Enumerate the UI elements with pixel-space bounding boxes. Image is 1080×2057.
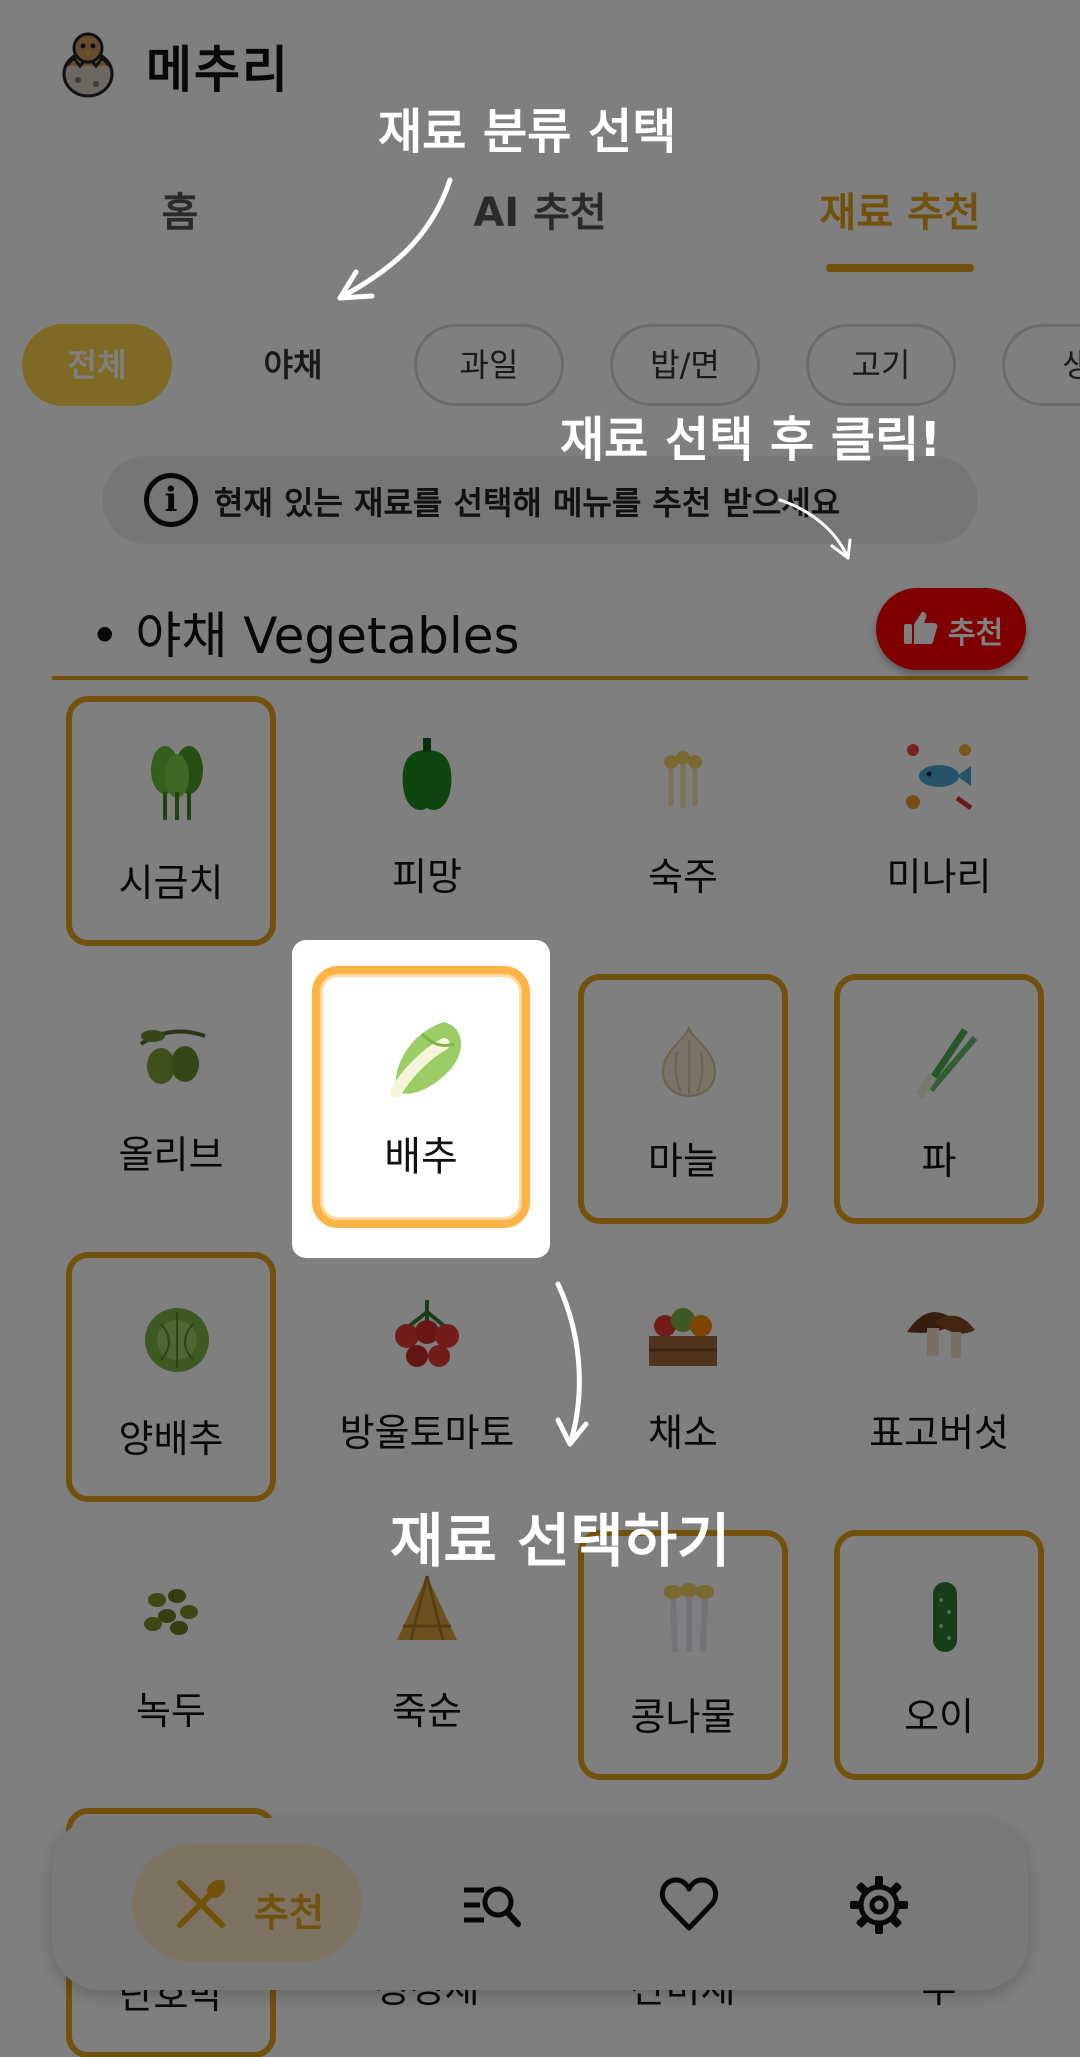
- ingredient-card[interactable]: 마늘: [578, 974, 788, 1224]
- section-divider: [52, 676, 1028, 680]
- ingredient-card[interactable]: 표고버섯: [834, 1252, 1044, 1502]
- cucumber-icon: [933, 1582, 957, 1652]
- recommend-button-label: 추천: [948, 616, 1004, 651]
- annotation-category: 재료 분류 선택: [378, 104, 677, 160]
- search-list-icon[interactable]: [460, 1874, 522, 1936]
- bottom-navigation: 추천: [52, 1818, 1028, 1990]
- soybean-sprout-icon: [664, 1583, 714, 1653]
- ingredient-card[interactable]: 숙주: [578, 696, 788, 946]
- bell-pepper-icon: [402, 738, 452, 810]
- napa-cabbage-icon: [390, 1022, 462, 1098]
- app-title: 메추리: [146, 41, 290, 99]
- chip-vegetable[interactable]: 야채: [218, 324, 368, 406]
- ingredient-name: 콩나물: [630, 1695, 736, 1739]
- annotation-click: 재료 선택 후 클릭!: [560, 412, 942, 468]
- annotation-select: 재료 선택하기: [390, 1507, 731, 1575]
- highlighted-ingredient[interactable]: 배추: [292, 940, 550, 1258]
- main-tabs: 홈 AI 추천 재료 추천: [0, 170, 1080, 280]
- ingredient-name: 죽순: [392, 1689, 462, 1733]
- ingredient-name: 표고버섯: [869, 1411, 1009, 1455]
- ingredient-name: 피망: [392, 855, 462, 899]
- mung-bean-icon: [144, 1589, 198, 1635]
- ingredient-card[interactable]: 파: [834, 974, 1044, 1224]
- chip-fruit[interactable]: 과일: [414, 324, 564, 406]
- green-onion-icon: [914, 1028, 978, 1099]
- ingredient-card[interactable]: 미나리: [834, 696, 1044, 946]
- ingredient-card[interactable]: 방울토마토: [322, 1252, 532, 1502]
- cabbage-icon: [145, 1308, 209, 1372]
- cherry-tomato-icon: [395, 1300, 459, 1367]
- ingredient-card[interactable]: 오이: [834, 1530, 1044, 1780]
- ingredient-name: 올리브: [118, 1133, 224, 1177]
- chip-all[interactable]: 전체: [22, 324, 172, 406]
- nav-recommend-label: 추천: [254, 1891, 324, 1935]
- ingredient-name: 오이: [904, 1695, 974, 1739]
- bean-sprout-icon: [664, 751, 702, 808]
- shiitake-icon: [907, 1312, 975, 1358]
- chip-meat[interactable]: 고기: [806, 324, 956, 406]
- spinach-icon: [151, 746, 203, 820]
- tab-ingredient-recommend[interactable]: 재료 추천: [780, 180, 1020, 238]
- category-chips: 전체 야채 과일 밥/면 고기 생: [0, 322, 1080, 412]
- info-text: 현재 있는 재료를 선택해 메뉴를 추천 받으세요: [214, 484, 841, 522]
- vegetable-crate-icon: [649, 1308, 717, 1366]
- section-title: • 야채 Vegetables: [90, 607, 520, 665]
- ingredient-name: 녹두: [136, 1689, 206, 1733]
- ingredient-card[interactable]: 채소: [578, 1252, 788, 1502]
- info-icon: i: [144, 473, 198, 527]
- tab-home[interactable]: 홈: [60, 180, 300, 238]
- ingredient-name: 마늘: [648, 1139, 718, 1183]
- chip-rice-noodle[interactable]: 밥/면: [610, 324, 760, 406]
- spoon-fork-icon: [177, 1879, 226, 1928]
- ingredient-name: 시금치: [118, 861, 224, 905]
- tab-ai-recommend[interactable]: AI 추천: [420, 180, 660, 238]
- ingredient-name: 배추: [384, 1134, 458, 1180]
- ingredient-card[interactable]: 피망: [322, 696, 532, 946]
- olive-icon: [139, 1029, 206, 1084]
- gear-icon[interactable]: [848, 1874, 910, 1936]
- bamboo-shoot-icon: [397, 1575, 457, 1641]
- food-mix-icon: [906, 744, 973, 811]
- ingredient-card[interactable]: 시금치: [66, 696, 276, 946]
- ingredient-name: 미나리: [886, 855, 992, 899]
- recommend-button[interactable]: 추천: [876, 588, 1026, 670]
- nav-recommend-button[interactable]: 추천: [132, 1844, 362, 1962]
- ingredient-name: 파: [921, 1139, 957, 1183]
- active-tab-indicator: [826, 264, 974, 272]
- ingredient-card[interactable]: 녹두: [66, 1530, 276, 1780]
- ingredient-name: 방울토마토: [339, 1411, 515, 1455]
- thumbs-up-icon: [904, 612, 938, 644]
- ingredient-card[interactable]: 올리브: [66, 974, 276, 1224]
- ingredient-card[interactable]: 양배추: [66, 1252, 276, 1502]
- ingredient-name: 채소: [648, 1411, 718, 1455]
- chip-raw[interactable]: 생: [1002, 324, 1080, 406]
- app-root: 메추리 홈 AI 추천 재료 추천 전체 야채 과일 밥/면 고기 생 i 현재…: [0, 0, 1080, 2057]
- heart-icon[interactable]: [658, 1874, 720, 1936]
- quail-chick-logo-icon: [62, 32, 114, 98]
- garlic-icon: [661, 1024, 717, 1098]
- ingredient-name: 양배추: [118, 1417, 224, 1461]
- ingredient-card-selected[interactable]: 배추: [312, 966, 530, 1228]
- ingredient-name: 숙주: [648, 855, 718, 899]
